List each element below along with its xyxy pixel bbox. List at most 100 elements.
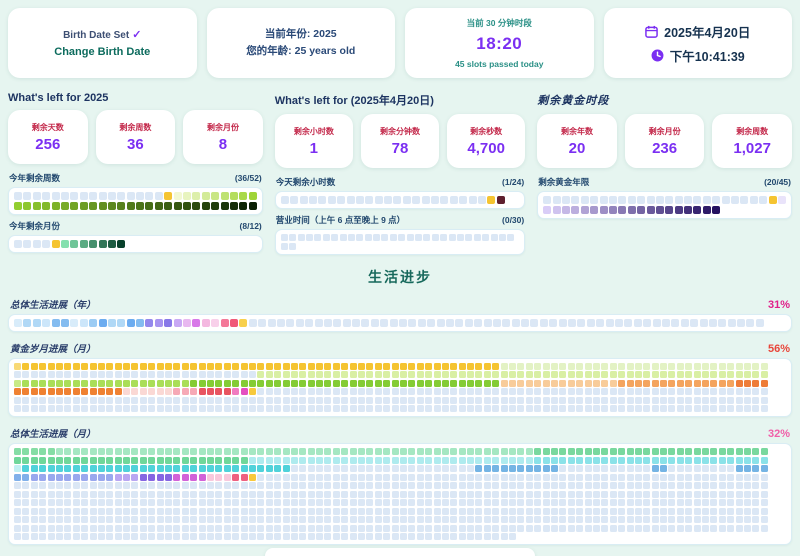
grid-cell xyxy=(467,499,474,506)
grid-cell xyxy=(266,388,273,395)
grid-cell xyxy=(73,491,80,498)
grid-cell xyxy=(425,525,432,532)
grid-cell xyxy=(710,371,717,378)
grid-cell xyxy=(148,388,155,395)
grid-cell xyxy=(534,457,541,464)
grid-cell xyxy=(48,474,55,481)
grid-cell xyxy=(685,516,692,523)
grid-cell xyxy=(106,465,113,472)
grid-cell xyxy=(383,397,390,404)
grid-cell xyxy=(308,499,315,506)
grid-cell xyxy=(618,516,625,523)
grid-cell xyxy=(190,371,197,378)
grid-cell xyxy=(249,363,256,370)
grid-cell xyxy=(165,474,172,481)
year-left-bars: 今年剩余周数(36/52)今年剩余月份(8/12) xyxy=(8,172,263,253)
grid-cell xyxy=(73,371,80,378)
grid-cell xyxy=(98,465,105,472)
grid-cell xyxy=(425,371,432,378)
grid-cell xyxy=(501,516,508,523)
grid-cell xyxy=(291,405,298,412)
grid-cell xyxy=(232,448,239,455)
grid-cell xyxy=(392,533,399,540)
grid-cell xyxy=(215,405,222,412)
grid-cell xyxy=(571,196,579,204)
grid-cell xyxy=(232,508,239,515)
grid-cell xyxy=(475,380,482,387)
grid-cell xyxy=(576,397,583,404)
grid-cell xyxy=(42,202,50,210)
grid-cell xyxy=(719,363,726,370)
grid-cell xyxy=(207,491,214,498)
slot-subtitle: 45 slots passed today xyxy=(455,59,543,69)
grid-cell xyxy=(744,363,751,370)
grid-cell xyxy=(534,405,541,412)
grid-cell xyxy=(593,448,600,455)
grid-cell xyxy=(610,516,617,523)
grid-cell xyxy=(48,363,55,370)
grid-cell xyxy=(635,457,642,464)
grid-cell xyxy=(165,457,172,464)
grid-cell xyxy=(562,206,570,214)
grid-cell xyxy=(601,525,608,532)
grid-cell xyxy=(467,482,474,489)
grid-cell xyxy=(702,499,709,506)
grid-cell xyxy=(484,474,491,481)
grid-cell xyxy=(677,405,684,412)
grid-cell xyxy=(39,482,46,489)
grid-cell xyxy=(660,533,667,540)
grid-cell xyxy=(677,508,684,515)
grid-cell xyxy=(593,525,600,532)
grid-cell xyxy=(635,397,642,404)
grid-cell xyxy=(14,363,21,370)
grid-cell xyxy=(381,234,388,241)
grid-cell xyxy=(384,196,392,204)
grid-cell xyxy=(148,533,155,540)
grid-cell xyxy=(140,508,147,515)
grid-cell xyxy=(356,234,363,241)
grid-cell xyxy=(652,405,659,412)
grid-cell xyxy=(328,196,336,204)
grid-cell xyxy=(440,234,447,241)
grid-cell xyxy=(358,388,365,395)
grid-cell xyxy=(99,319,107,327)
grid-cell xyxy=(215,380,222,387)
grid-cell xyxy=(182,491,189,498)
grid-cell xyxy=(744,380,751,387)
grid-cell xyxy=(366,499,373,506)
grid-cell xyxy=(652,508,659,515)
grid-cell xyxy=(274,465,281,472)
grid-cell xyxy=(652,491,659,498)
grid-cell xyxy=(434,516,441,523)
grid-cell xyxy=(610,525,617,532)
grid-cell xyxy=(230,202,238,210)
grid-cell xyxy=(502,319,510,327)
grid-cell xyxy=(315,319,323,327)
grid-cell xyxy=(509,474,516,481)
grid-cell xyxy=(685,491,692,498)
grid-cell xyxy=(324,533,331,540)
grid-cell xyxy=(324,405,331,412)
grid-cell xyxy=(615,319,623,327)
grid-cell xyxy=(224,516,231,523)
grid-cell xyxy=(331,234,338,241)
grid-cell xyxy=(492,388,499,395)
grid-cell xyxy=(455,319,463,327)
grid-cell xyxy=(361,319,369,327)
grid-cell xyxy=(702,457,709,464)
grid-cell xyxy=(190,482,197,489)
grid-cell xyxy=(668,533,675,540)
grid-cell xyxy=(484,380,491,387)
grid-cell xyxy=(358,482,365,489)
grid-cell xyxy=(736,363,743,370)
change-birth-date-button[interactable]: Change Birth Date xyxy=(54,46,150,58)
grid-cell xyxy=(576,482,583,489)
grid-cell xyxy=(299,465,306,472)
grid-cell xyxy=(207,380,214,387)
grid-cell xyxy=(759,196,767,204)
grid-cell xyxy=(415,234,422,241)
grid-cell xyxy=(371,319,379,327)
grid-cell xyxy=(249,388,256,395)
grid-cell xyxy=(543,457,550,464)
grid-cell xyxy=(576,405,583,412)
